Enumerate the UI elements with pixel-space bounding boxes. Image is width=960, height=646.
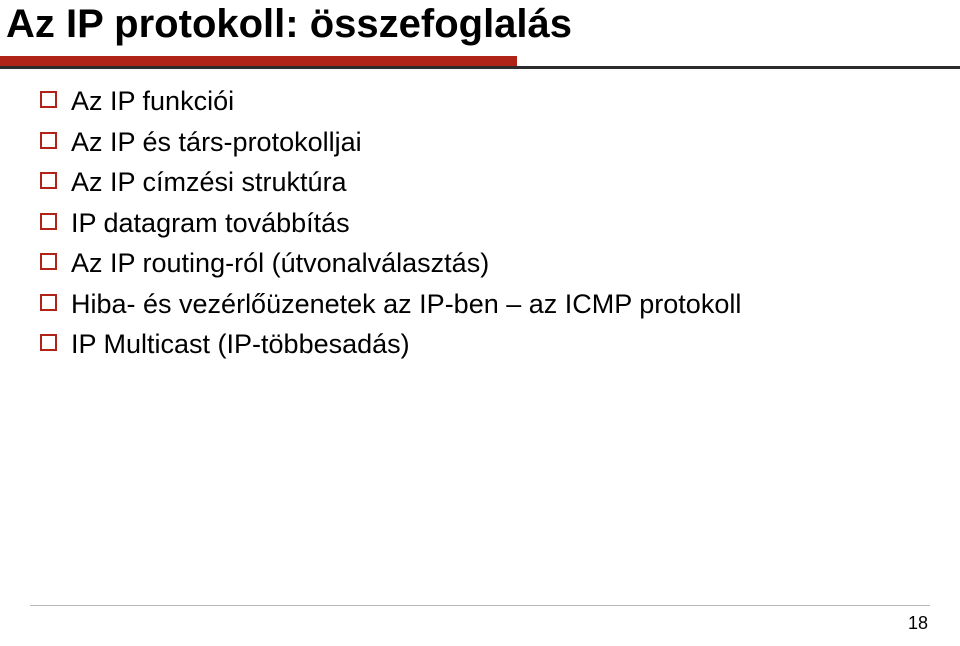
square-bullet-icon	[40, 91, 57, 108]
square-bullet-icon	[40, 334, 57, 351]
list-item: Az IP funkciói	[40, 84, 920, 119]
list-item: Az IP és társ-protokolljai	[40, 125, 920, 160]
list-item-text: Az IP és társ-protokolljai	[71, 125, 362, 160]
footer-divider	[30, 605, 930, 606]
list-item-text: IP datagram továbbítás	[71, 206, 350, 241]
page-number: 18	[908, 613, 928, 634]
square-bullet-icon	[40, 253, 57, 270]
bullet-list: Az IP funkciói Az IP és társ-protokollja…	[40, 84, 920, 368]
list-item-text: Az IP funkciói	[71, 84, 234, 119]
list-item-text: Az IP routing-ról (útvonalválasztás)	[71, 246, 489, 281]
title-rule	[0, 56, 960, 69]
list-item: IP datagram továbbítás	[40, 206, 920, 241]
title-rule-accent	[0, 56, 517, 66]
square-bullet-icon	[40, 132, 57, 149]
square-bullet-icon	[40, 294, 57, 311]
slide: Az IP protokoll: összefoglalás Az IP fun…	[0, 0, 960, 646]
square-bullet-icon	[40, 172, 57, 189]
list-item-text: Az IP címzési struktúra	[71, 165, 347, 200]
list-item: Az IP címzési struktúra	[40, 165, 920, 200]
list-item: Az IP routing-ról (útvonalválasztás)	[40, 246, 920, 281]
list-item: Hiba- és vezérlőüzenetek az IP-ben – az …	[40, 287, 920, 322]
slide-title: Az IP protokoll: összefoglalás	[6, 2, 572, 47]
list-item-text: Hiba- és vezérlőüzenetek az IP-ben – az …	[71, 287, 741, 322]
title-rule-base	[0, 66, 960, 69]
list-item: IP Multicast (IP-többesadás)	[40, 327, 920, 362]
square-bullet-icon	[40, 213, 57, 230]
list-item-text: IP Multicast (IP-többesadás)	[71, 327, 410, 362]
